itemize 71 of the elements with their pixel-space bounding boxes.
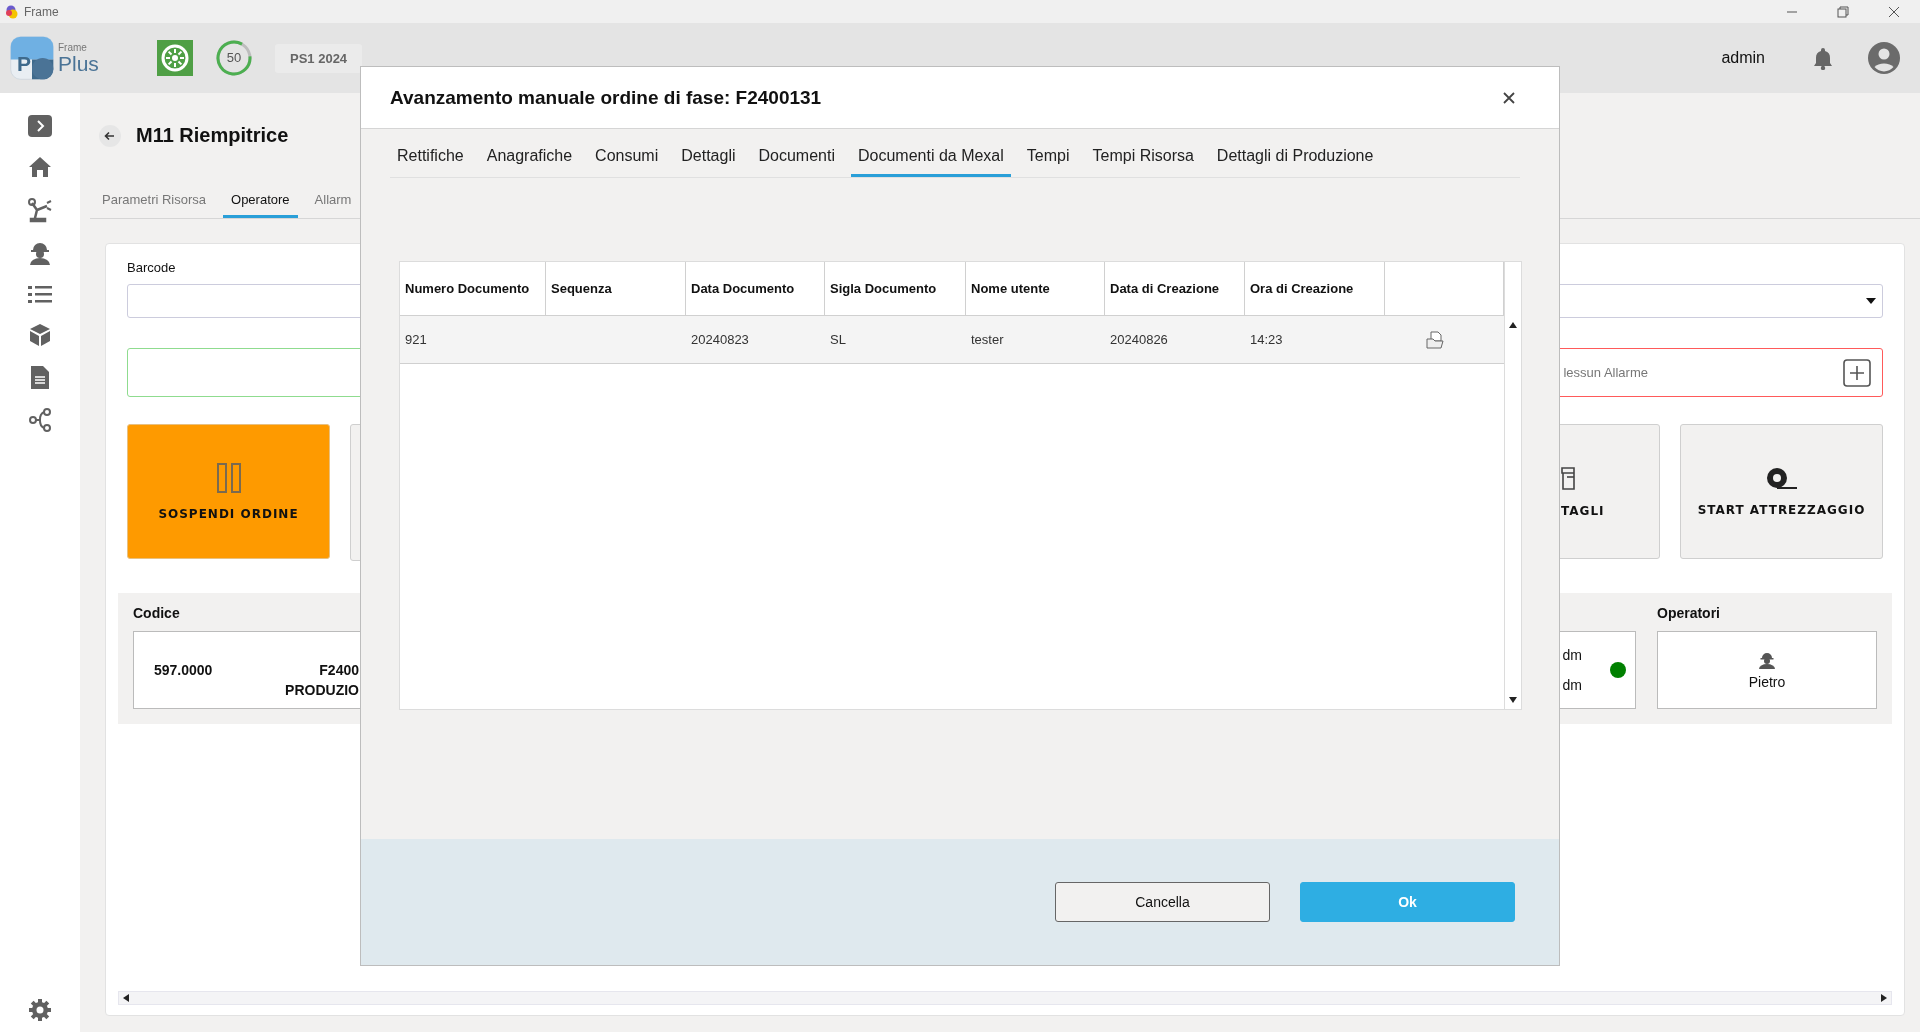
caret-icon[interactable]: [1866, 298, 1876, 304]
status-text: dm: [1562, 647, 1582, 663]
suspend-order-button[interactable]: SOSPENDI ORDINE: [127, 424, 330, 559]
tape-icon: [1766, 466, 1797, 489]
scroll-up-icon[interactable]: [1509, 322, 1517, 328]
cancel-button[interactable]: Cancella: [1055, 882, 1270, 922]
add-button[interactable]: [1843, 358, 1871, 387]
status-text: dm: [1562, 677, 1582, 693]
operator-card[interactable]: Pietro: [1657, 631, 1877, 709]
code-value: 597.0000: [154, 662, 214, 678]
tab[interactable]: Allarm: [306, 186, 360, 218]
alarm-text: lessun Allarme: [1563, 365, 1648, 380]
back-button[interactable]: [99, 124, 121, 147]
scroll-down-icon[interactable]: [1509, 697, 1517, 703]
notification-bell-icon[interactable]: [1812, 46, 1834, 70]
phase-name: PRODUZIO: [285, 682, 359, 698]
wheel-icon[interactable]: [157, 40, 193, 76]
tab[interactable]: Documenti da Mexal: [850, 139, 1011, 177]
tab[interactable]: Operatore: [223, 186, 298, 218]
cube-icon[interactable]: [28, 323, 52, 347]
app-icon: [4, 4, 18, 19]
table-cell: 14:23: [1245, 316, 1385, 364]
horizontal-scrollbar[interactable]: [118, 991, 1892, 1005]
tab[interactable]: Dettagli di Produzione: [1209, 139, 1381, 177]
settings-icon[interactable]: [28, 998, 52, 1022]
tab[interactable]: Tempi Risorsa: [1085, 139, 1201, 177]
user-avatar-icon[interactable]: [1868, 42, 1900, 74]
order-number: F2400: [319, 662, 359, 678]
home-icon[interactable]: [27, 155, 53, 179]
tab[interactable]: Tempi: [1019, 139, 1077, 177]
worker-icon[interactable]: [28, 241, 52, 265]
tab[interactable]: Rettifiche: [390, 139, 471, 177]
tab[interactable]: Documenti: [751, 139, 842, 177]
section-label: Operatori: [1657, 605, 1721, 621]
start-setup-button[interactable]: START ATTREZZAGGIO: [1680, 424, 1883, 559]
table-cell: 20240826: [1105, 316, 1245, 364]
dialog-title: Avanzamento manuale ordine di fase: F2400131: [390, 86, 822, 109]
page-title: M11 Riempitrice: [136, 124, 289, 147]
tab[interactable]: Consumi: [588, 139, 666, 177]
table-cell: tester: [966, 316, 1105, 364]
scroll-left-icon[interactable]: [123, 994, 129, 1002]
expand-button[interactable]: [28, 115, 52, 137]
operator-name: Pietro: [1748, 673, 1786, 690]
share-icon[interactable]: [28, 408, 52, 432]
document-icon[interactable]: [29, 365, 51, 390]
table-cell: 20240823: [686, 316, 825, 364]
close-icon[interactable]: [1888, 5, 1900, 18]
tab[interactable]: Dettagli: [674, 139, 743, 177]
folder-document-icon[interactable]: [1425, 330, 1444, 349]
restore-icon[interactable]: [1837, 5, 1849, 18]
window-title: Frame: [24, 4, 59, 19]
close-icon[interactable]: [1503, 91, 1515, 104]
field-label: Barcode: [127, 260, 177, 275]
logo-caption: Frame: [58, 42, 88, 53]
list-icon[interactable]: [28, 283, 52, 305]
tab[interactable]: Parametri Risorsa: [94, 186, 215, 218]
logo-title: Plus: [58, 52, 99, 74]
robot-arm-icon[interactable]: [27, 197, 53, 223]
user-name[interactable]: admin: [1721, 49, 1765, 67]
worker-icon: [1758, 650, 1776, 669]
archive-icon: [1561, 465, 1575, 490]
period-badge: PS1 2024: [275, 43, 363, 73]
table-cell: 921: [400, 316, 546, 364]
logo-icon: [10, 36, 54, 80]
progress-value: 50: [225, 50, 243, 65]
logo-letter: P: [17, 52, 31, 76]
pause-icon: [216, 462, 241, 493]
scroll-right-icon[interactable]: [1881, 994, 1887, 1002]
tab[interactable]: Anagrafiche: [479, 139, 580, 177]
table-cell: SL: [825, 316, 966, 364]
section-label: Codice: [133, 605, 181, 621]
